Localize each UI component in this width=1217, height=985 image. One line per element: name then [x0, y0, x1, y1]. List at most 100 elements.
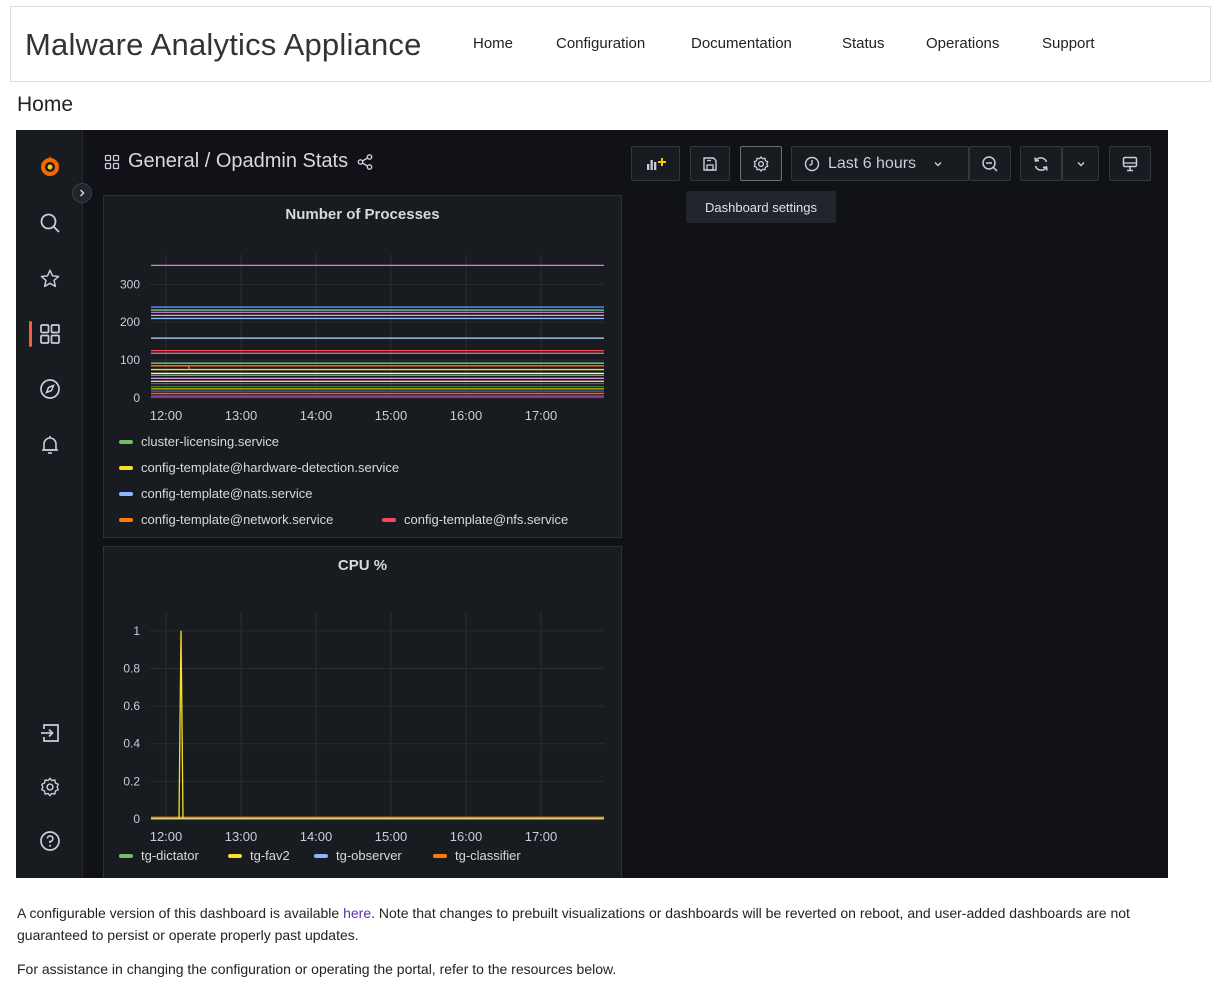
x-tick-label: 13:00 [225, 829, 258, 842]
panel-title: Number of Processes [285, 206, 440, 223]
x-tick-label: 14:00 [300, 829, 333, 842]
expand-menu-button[interactable] [72, 183, 92, 203]
x-tick-label: 12:00 [150, 408, 183, 423]
footer-text: A configurable version of this dashboard… [17, 905, 344, 921]
grafana-logo-icon[interactable] [37, 154, 63, 180]
gear-icon[interactable] [37, 774, 63, 800]
y-tick-label: 100 [120, 353, 140, 367]
y-tick-label: 0 [133, 391, 140, 405]
refresh-icon [1034, 156, 1048, 171]
zoom-out-button[interactable] [969, 146, 1011, 181]
legend-item[interactable]: tg-observer [314, 848, 402, 863]
legend-item[interactable]: cluster-licensing.service [119, 434, 279, 449]
add-panel-icon [646, 157, 666, 170]
nav-documentation[interactable]: Documentation [691, 35, 792, 52]
top-bar: Malware Analytics Appliance Home Configu… [10, 6, 1211, 82]
nav-support[interactable]: Support [1042, 35, 1095, 52]
share-icon[interactable] [356, 153, 374, 171]
legend-swatch [433, 853, 447, 858]
legend-label: tg-classifier [455, 848, 521, 863]
legend-label: cluster-licensing.service [141, 434, 279, 449]
nav-operations[interactable]: Operations [926, 35, 999, 52]
legend-swatch [119, 465, 133, 470]
panel-cpu-percent[interactable]: CPU % 0 0.2 0.4 0.6 0.8 1 12:00 13:00 14:00 15:00… [103, 546, 622, 878]
dashboard-title: General / Opadmin Stats [104, 150, 374, 173]
legend-label: tg-dictator [141, 848, 199, 863]
sidenav [16, 130, 83, 878]
legend-item[interactable]: config-template@nfs.service [382, 512, 568, 527]
nav-configuration[interactable]: Configuration [556, 35, 645, 52]
legend-swatch [314, 853, 328, 858]
panel-number-of-processes[interactable]: Number of Processes 0 100 200 300 12:00 13:00… [103, 195, 622, 538]
footer-paragraph-1: A configurable version of this dashboard… [17, 902, 1197, 946]
save-icon [703, 156, 717, 171]
active-indicator [29, 321, 32, 347]
legend-swatch [119, 853, 133, 858]
legend-item[interactable]: tg-dictator [119, 848, 199, 863]
refresh-button[interactable] [1020, 146, 1062, 181]
legend-item[interactable]: tg-fav2 [228, 848, 290, 863]
save-dashboard-button[interactable] [690, 146, 730, 181]
legend-item[interactable]: config-template@hardware-detection.servi… [119, 460, 399, 475]
help-icon[interactable] [37, 828, 63, 854]
y-tick-label: 0.2 [123, 774, 140, 788]
x-tick-label: 15:00 [375, 829, 408, 842]
y-tick-label: 0.8 [123, 661, 140, 675]
dashboard-title-text[interactable]: General / Opadmin Stats [128, 150, 348, 173]
legend-item[interactable]: config-template@nats.service [119, 486, 312, 501]
y-tick-label: 1 [133, 624, 140, 638]
chevron-right-icon [79, 189, 85, 197]
x-tick-label: 16:00 [450, 829, 483, 842]
add-panel-button[interactable] [631, 146, 680, 181]
x-tick-label: 16:00 [450, 408, 483, 423]
y-tick-label: 0 [133, 812, 140, 826]
dashboards-icon[interactable] [37, 321, 63, 347]
x-tick-label: 14:00 [300, 408, 333, 423]
chevron-down-icon [934, 161, 942, 166]
y-tick-label: 300 [120, 277, 140, 291]
cpu-chart[interactable]: 0 0.2 0.4 0.6 0.8 1 12:00 13:00 14:00 15:00 16:00 1… [104, 587, 622, 842]
x-tick-label: 13:00 [225, 408, 258, 423]
app-title: Malware Analytics Appliance [25, 27, 422, 62]
star-icon[interactable] [37, 266, 63, 292]
x-tick-label: 17:00 [525, 829, 558, 842]
y-tick-label: 200 [120, 315, 140, 329]
spike-line [178, 630, 184, 820]
clock-icon [804, 156, 820, 171]
search-icon[interactable] [37, 210, 63, 236]
legend-item[interactable]: config-template@network.service [119, 512, 333, 527]
legend-swatch [382, 517, 396, 522]
dashboard-settings-tooltip: Dashboard settings [686, 191, 836, 223]
sign-in-icon[interactable] [37, 720, 63, 746]
nav-status[interactable]: Status [842, 35, 885, 52]
legend-label: config-template@nats.service [141, 486, 313, 501]
legend-label: tg-fav2 [250, 848, 290, 863]
panel-title: CPU % [337, 557, 388, 574]
legend-swatch [119, 517, 133, 522]
monitor-icon [1122, 156, 1138, 171]
legend-item[interactable]: tg-classifier [433, 848, 521, 863]
dashboard-settings-button[interactable] [740, 146, 782, 181]
zoom-out-icon [982, 155, 998, 172]
y-tick-label: 0.4 [123, 737, 140, 751]
alert-bell-icon[interactable] [37, 432, 63, 458]
x-tick-label: 12:00 [150, 829, 183, 842]
legend-swatch [228, 853, 242, 858]
legend-label: tg-observer [336, 848, 402, 863]
y-tick-label: 0.6 [123, 699, 140, 713]
dashboard-link[interactable]: here [343, 905, 371, 921]
settings-gear-icon [753, 155, 769, 172]
time-range-picker[interactable]: Last 6 hours [791, 146, 969, 181]
time-range-label: Last 6 hours [828, 154, 917, 172]
nav-home[interactable]: Home [473, 35, 513, 52]
legend-label: config-template@hardware-detection.servi… [141, 460, 400, 475]
x-tick-label: 15:00 [375, 408, 408, 423]
x-tick-label: 17:00 [525, 408, 558, 423]
refresh-interval-dropdown[interactable] [1062, 146, 1099, 181]
legend-swatch [119, 439, 133, 444]
legend-label: config-template@network.service [141, 512, 334, 527]
grafana-dashboard-frame: General / Opadmin Stats Last 6 hours Das… [16, 130, 1168, 878]
explore-icon[interactable] [37, 376, 63, 402]
page-heading: Home [17, 93, 74, 116]
tv-mode-button[interactable] [1109, 146, 1151, 181]
